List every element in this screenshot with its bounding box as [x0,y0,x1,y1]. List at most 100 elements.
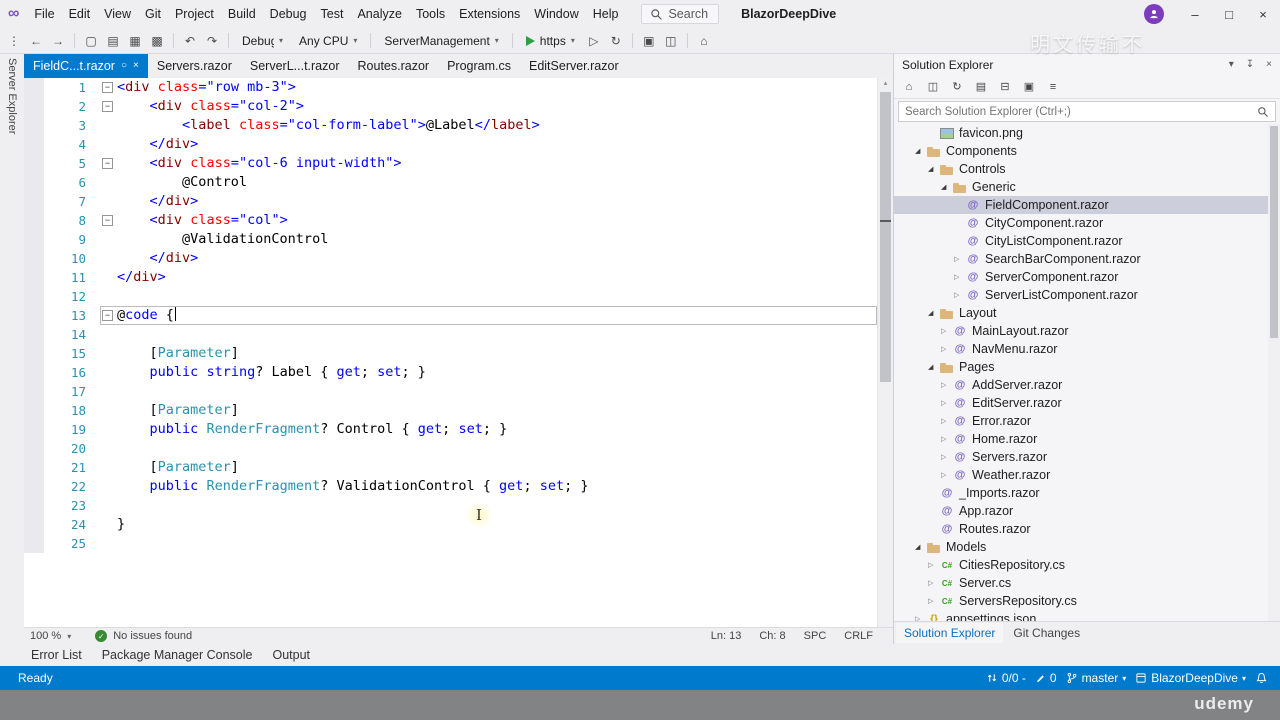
code-line[interactable]: 3 <label class="col-form-label">@Label</… [24,116,893,135]
code-line[interactable]: 22 public RenderFragment? ValidationCont… [24,477,893,496]
tree-item-serversrepository-cs[interactable]: ▷ C# ServersRepository.cs [894,592,1280,610]
scrollbar-up-icon[interactable]: ▴ [878,78,893,90]
code-text[interactable]: </div> [117,268,877,287]
code-line[interactable]: 9 @ValidationControl [24,230,893,249]
fold-margin[interactable] [100,420,117,439]
fold-margin[interactable] [100,439,117,458]
breakpoint-margin[interactable] [24,420,44,439]
chevron-collapsed-icon[interactable]: ▷ [954,255,965,263]
code-text[interactable] [117,287,877,306]
code-line[interactable]: 6 @Control [24,173,893,192]
code-line[interactable]: 10 </div> [24,249,893,268]
fold-margin[interactable]: − [100,97,117,116]
fold-margin[interactable] [100,363,117,382]
save-icon[interactable]: ▦ [125,34,145,48]
new-file-icon[interactable]: ▢ [81,34,101,48]
tab-program-cs[interactable]: Program.cs [438,54,520,78]
code-line[interactable]: 19 public RenderFragment? Control { get;… [24,420,893,439]
breakpoint-margin[interactable] [24,439,44,458]
refresh-icon[interactable]: ↻ [950,80,964,93]
scrollbar-thumb[interactable] [1270,126,1278,338]
menu-file[interactable]: File [27,3,61,25]
fold-margin[interactable] [100,192,117,211]
menu-edit[interactable]: Edit [62,3,98,25]
fold-margin[interactable]: − [100,306,117,325]
tab-servers-razor[interactable]: Servers.razor [148,54,241,78]
code-text[interactable]: <div class="col-2"> [117,97,877,116]
server-explorer-tab[interactable]: Server Explorer [0,54,24,644]
code-line[interactable]: 11 </div> [24,268,893,287]
code-line[interactable]: 20 [24,439,893,458]
code-text[interactable]: public RenderFragment? ValidationControl… [117,477,877,496]
tree-item-components[interactable]: ◢ Components [894,142,1280,160]
chevron-collapsed-icon[interactable]: ▷ [941,435,952,443]
tab-editserver-razor[interactable]: EditServer.razor [520,54,628,78]
fold-margin[interactable] [100,230,117,249]
code-editor[interactable]: 1− <div class="row mb-3"> 2− <div class="c… [24,78,893,628]
tree-item-serverlistcomponent-razor[interactable]: ▷ @ ServerListComponent.razor [894,286,1280,304]
code-line[interactable]: 16 public string? Label { get; set; } [24,363,893,382]
code-text[interactable]: <div class="col"> [117,211,877,230]
tree-item-routes-razor[interactable]: @ Routes.razor [894,520,1280,538]
fold-margin[interactable]: − [100,154,117,173]
collapse-region-icon[interactable]: − [102,215,113,226]
menu-window[interactable]: Window [527,3,585,25]
tree-item-fieldcomponent-razor[interactable]: @ FieldComponent.razor [894,196,1280,214]
code-text[interactable] [117,325,877,344]
fold-margin[interactable] [100,268,117,287]
line-ending-indicator[interactable]: CRLF [844,630,873,642]
code-text[interactable]: [Parameter] [117,344,877,363]
tab-fieldc-t-razor[interactable]: FieldC...t.razor ○ × [24,54,148,78]
tree-item-weather-razor[interactable]: ▷ @ Weather.razor [894,466,1280,484]
navigate-forward-icon[interactable]: → [48,34,68,48]
chevron-expanded-icon[interactable]: ◢ [915,543,926,551]
fold-margin[interactable] [100,401,117,420]
breakpoint-margin[interactable] [24,496,44,515]
breakpoint-margin[interactable] [24,154,44,173]
pending-changes-button[interactable]: 0 [1035,671,1057,685]
menu-help[interactable]: Help [586,3,626,25]
fold-margin[interactable]: − [100,211,117,230]
fold-margin[interactable] [100,458,117,477]
redo-icon[interactable]: ↷ [202,34,222,48]
code-line[interactable]: 4 </div> [24,135,893,154]
command-window-icon[interactable]: ◫ [661,34,681,48]
breakpoint-margin[interactable] [24,477,44,496]
breakpoint-margin[interactable] [24,78,44,97]
code-text[interactable]: [Parameter] [117,401,877,420]
chevron-expanded-icon[interactable]: ◢ [941,183,952,191]
tree-item-imports-razor[interactable]: @ _Imports.razor [894,484,1280,502]
code-line[interactable]: 23 [24,496,893,515]
breakpoint-margin[interactable] [24,363,44,382]
close-icon[interactable]: × [133,61,139,71]
tree-item-error-razor[interactable]: ▷ @ Error.razor [894,412,1280,430]
code-line[interactable]: 25 [24,534,893,553]
menu-git[interactable]: Git [138,3,168,25]
collapse-region-icon[interactable]: − [102,101,113,112]
tree-item-mainlayout-razor[interactable]: ▷ @ MainLayout.razor [894,322,1280,340]
menu-analyze[interactable]: Analyze [350,3,408,25]
tab-serverl-t-razor[interactable]: ServerL...t.razor [241,54,349,78]
menu-build[interactable]: Build [221,3,263,25]
collapse-region-icon[interactable]: − [102,158,113,169]
find-in-files-icon[interactable]: ▣ [639,34,659,48]
breakpoint-margin[interactable] [24,192,44,211]
chevron-collapsed-icon[interactable]: ▷ [941,345,952,353]
collapse-region-icon[interactable]: − [102,82,113,93]
breakpoint-margin[interactable] [24,268,44,287]
chevron-expanded-icon[interactable]: ◢ [915,147,926,155]
chevron-collapsed-icon[interactable]: ▷ [941,453,952,461]
chevron-expanded-icon[interactable]: ◢ [928,165,939,173]
chevron-collapsed-icon[interactable]: ▷ [941,327,952,335]
hot-reload-icon[interactable]: ↻ [606,34,626,48]
collapse-all-icon[interactable]: ⊟ [998,80,1012,93]
breakpoint-margin[interactable] [24,401,44,420]
startup-project-dropdown[interactable]: ServerManagement ▾ [377,32,505,50]
tree-item-appsettings-json[interactable]: ▷ {} appsettings.json [894,610,1280,621]
code-text[interactable]: <label class="col-form-label">@Label</la… [117,116,877,135]
code-line[interactable]: 17 [24,382,893,401]
chevron-collapsed-icon[interactable]: ▷ [941,417,952,425]
tree-item-citycomponent-razor[interactable]: @ CityComponent.razor [894,214,1280,232]
breakpoint-margin[interactable] [24,97,44,116]
platform-dropdown[interactable]: Any CPU ▾ [292,32,364,50]
